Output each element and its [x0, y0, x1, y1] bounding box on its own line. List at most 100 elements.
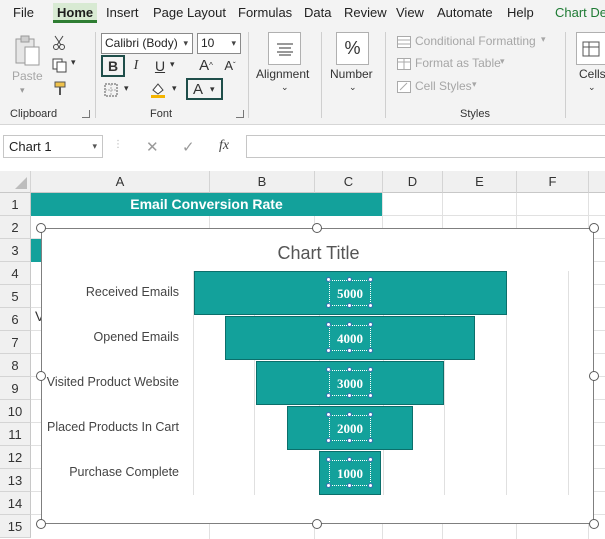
menu-data[interactable]: Data: [304, 3, 331, 23]
name-box[interactable]: Chart 1 ▾: [3, 135, 103, 158]
enter-check-icon[interactable]: ✓: [182, 138, 195, 156]
row-header-5[interactable]: 5: [0, 285, 31, 308]
underline-button[interactable]: U: [153, 57, 167, 75]
data-label-handle[interactable]: [368, 303, 373, 308]
data-label-handle[interactable]: [326, 367, 331, 372]
row-header-4[interactable]: 4: [0, 262, 31, 285]
resize-handle[interactable]: [36, 223, 46, 233]
copy-chevron-icon[interactable]: ▾: [71, 57, 76, 68]
cell-a1-title[interactable]: Email Conversion Rate: [31, 193, 382, 216]
data-label-handle[interactable]: [368, 393, 373, 398]
data-label-handle[interactable]: [368, 412, 373, 417]
cancel-icon[interactable]: ✕: [146, 138, 159, 156]
number-label[interactable]: Number: [330, 67, 373, 81]
row-header-6[interactable]: 6: [0, 308, 31, 331]
format-as-table-label[interactable]: Format as Table: [415, 56, 501, 70]
italic-button[interactable]: I: [129, 57, 143, 75]
borders-chevron-icon[interactable]: ▾: [124, 83, 129, 94]
column-header-g[interactable]: [589, 171, 605, 193]
column-header-d[interactable]: D: [383, 171, 443, 193]
font-color-button[interactable]: A ▾: [186, 78, 223, 100]
font-dialog-launcher-icon[interactable]: [236, 110, 244, 118]
resize-handle[interactable]: [589, 519, 599, 529]
data-label-handle[interactable]: [368, 457, 373, 462]
menu-help[interactable]: Help: [507, 3, 534, 23]
number-chevron-icon[interactable]: ⌄: [349, 82, 357, 93]
category-label[interactable]: Visited Product Website: [47, 375, 179, 389]
funnel-chart[interactable]: Chart Title Received Emails Opened Email…: [36, 223, 599, 529]
menu-view[interactable]: View: [396, 3, 424, 23]
paste-chevron-icon[interactable]: ▾: [20, 85, 25, 96]
fill-color-icon[interactable]: [147, 80, 169, 100]
row-header-15[interactable]: 15: [0, 515, 31, 538]
category-label[interactable]: Opened Emails: [94, 330, 179, 344]
menu-home[interactable]: Home: [53, 3, 98, 23]
data-label-handle[interactable]: [368, 348, 373, 353]
menu-chart-design[interactable]: Chart De: [555, 3, 605, 23]
more-options-icon[interactable]: ⋮: [113, 139, 123, 150]
format-painter-icon[interactable]: [50, 79, 68, 97]
alignment-chevron-icon[interactable]: ⌄: [281, 82, 289, 93]
borders-icon[interactable]: [101, 81, 121, 99]
paste-icon[interactable]: [12, 34, 42, 68]
data-label-handle[interactable]: [326, 322, 331, 327]
row-header-1[interactable]: 1: [0, 193, 31, 216]
cut-icon[interactable]: [50, 34, 68, 52]
row-header-3[interactable]: 3: [0, 239, 31, 262]
bold-button[interactable]: B: [101, 55, 125, 77]
data-label-handle[interactable]: [326, 483, 331, 488]
menu-file[interactable]: File: [13, 3, 34, 23]
data-label-handle[interactable]: [326, 393, 331, 398]
resize-handle[interactable]: [589, 223, 599, 233]
row-header-11[interactable]: 11: [0, 423, 31, 446]
resize-handle[interactable]: [312, 519, 322, 529]
number-format-icon[interactable]: %: [336, 32, 369, 65]
cell-styles-label[interactable]: Cell Styles: [415, 79, 472, 93]
data-label-handle[interactable]: [347, 322, 352, 327]
data-label-handle[interactable]: [326, 277, 331, 282]
copy-icon[interactable]: [50, 56, 68, 74]
data-label-handle[interactable]: [368, 367, 373, 372]
select-all-corner[interactable]: [0, 171, 31, 193]
resize-handle[interactable]: [36, 519, 46, 529]
data-label-handle[interactable]: [347, 483, 352, 488]
column-header-c[interactable]: C: [315, 171, 383, 193]
resize-handle[interactable]: [36, 371, 46, 381]
chart-title[interactable]: Chart Title: [42, 243, 595, 264]
underline-chevron-icon[interactable]: ▾: [170, 59, 175, 70]
cell-styles-chevron-icon[interactable]: ▾: [472, 79, 477, 90]
row-header-12[interactable]: 12: [0, 446, 31, 469]
alignment-label[interactable]: Alignment: [256, 67, 309, 81]
row-header-7[interactable]: 7: [0, 331, 31, 354]
resize-handle[interactable]: [589, 371, 599, 381]
format-as-table-icon[interactable]: [396, 57, 411, 71]
column-header-a[interactable]: A: [31, 171, 210, 193]
paste-label[interactable]: Paste: [12, 69, 43, 83]
shrink-font-button[interactable]: Aˇ: [221, 55, 239, 75]
menu-insert[interactable]: Insert: [106, 3, 139, 23]
data-label-handle[interactable]: [347, 348, 352, 353]
row-header-9[interactable]: 9: [0, 377, 31, 400]
formula-input[interactable]: [246, 135, 605, 158]
menu-automate[interactable]: Automate: [437, 3, 493, 23]
cells-label[interactable]: Cells: [579, 67, 605, 81]
menu-review[interactable]: Review: [344, 3, 387, 23]
data-label-handle[interactable]: [326, 457, 331, 462]
data-label-handle[interactable]: [347, 412, 352, 417]
data-label-handle[interactable]: [347, 457, 352, 462]
data-label-handle[interactable]: [326, 412, 331, 417]
data-label-handle[interactable]: [347, 277, 352, 282]
grow-font-button[interactable]: A ^: [197, 55, 215, 75]
data-label-handle[interactable]: [368, 438, 373, 443]
cells-chevron-icon[interactable]: ⌄: [588, 82, 596, 93]
data-label-handle[interactable]: [326, 303, 331, 308]
data-label-handle[interactable]: [347, 367, 352, 372]
data-label-handle[interactable]: [368, 277, 373, 282]
category-label[interactable]: Received Emails: [86, 285, 179, 299]
clipboard-dialog-launcher-icon[interactable]: [82, 110, 90, 118]
row-header-8[interactable]: 8: [0, 354, 31, 377]
menu-formulas[interactable]: Formulas: [238, 3, 292, 23]
data-label-handle[interactable]: [326, 348, 331, 353]
format-as-table-chevron-icon[interactable]: ▾: [500, 56, 505, 67]
row-header-13[interactable]: 13: [0, 469, 31, 492]
